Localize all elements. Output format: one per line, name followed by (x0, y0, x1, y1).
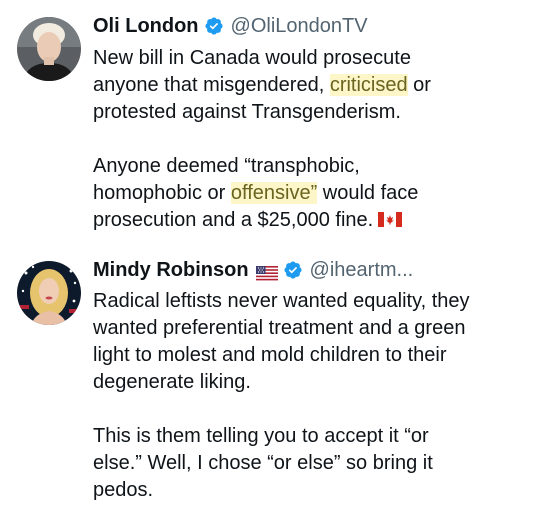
tweet-line: wanted preferential treatment and a gree… (93, 317, 466, 339)
tweet-line: anyone that misgendered, criticised or (93, 74, 431, 96)
tweet-line: pedos. (93, 479, 154, 501)
tweet-line: prosecution and a $25,000 fine. (93, 207, 523, 234)
display-name[interactable]: Mindy Robinson (93, 258, 249, 282)
avatar[interactable] (17, 261, 81, 325)
tweet-line: Anyone deemed “transphobic, (93, 155, 360, 177)
tweet-line: protested against Transgenderism. (93, 101, 401, 123)
tweet-text: Radical leftists never wanted equality, … (93, 288, 523, 504)
user-handle[interactable]: @iheartm... (310, 258, 414, 282)
avatar[interactable] (17, 17, 81, 81)
tweet-text: New bill in Canada would prosecute anyon… (93, 45, 523, 234)
avatar-photo (17, 17, 81, 81)
verified-badge-icon (283, 260, 303, 280)
tweet-line: light to molest and mold children to the… (93, 344, 447, 366)
tweet-line: New bill in Canada would prosecute (93, 47, 411, 69)
tweet-line: Radical leftists never wanted equality, … (93, 290, 470, 312)
highlighted-word: offensive” (230, 182, 318, 204)
tweet-line: degenerate liking. (93, 371, 251, 393)
tweet-line: This is them telling you to accept it “o… (93, 425, 429, 447)
tweet-header: Oli London @OliLondonTV (93, 14, 368, 38)
user-handle[interactable]: @OliLondonTV (231, 14, 368, 38)
tweet-header: Mindy Robinson @iheartm... (93, 258, 413, 282)
canada-flag-icon (378, 208, 403, 227)
verified-badge-icon (204, 16, 224, 36)
tweet-line: else.” Well, I chose “or else” so bring … (93, 452, 433, 474)
us-flag-icon (255, 263, 278, 281)
avatar-photo (17, 261, 81, 325)
display-name[interactable]: Oli London (93, 14, 199, 38)
highlighted-word: criticised (329, 74, 408, 96)
tweet-line: homophobic or offensive” would face (93, 182, 419, 204)
